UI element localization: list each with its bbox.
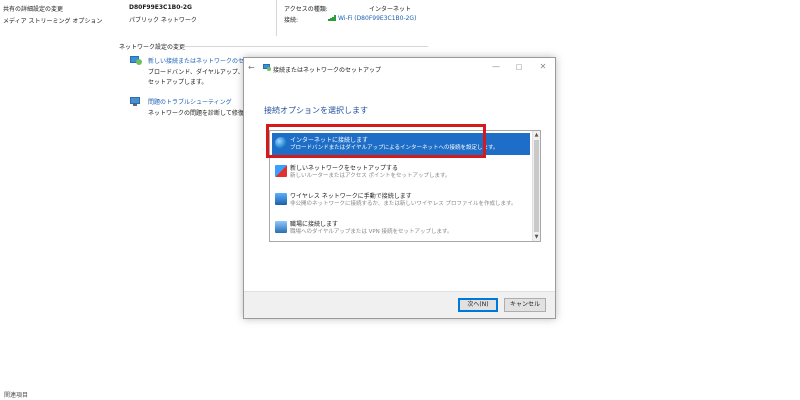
divider (276, 0, 277, 36)
new-connection-icon (130, 55, 142, 65)
list-scrollbar[interactable]: ▲ ▼ (532, 131, 540, 241)
option-manual-wireless[interactable]: ワイヤレス ネットワークに手動で接続します 非公開のネットワークに接続するか、ま… (272, 189, 530, 211)
option-desc: 非公開のネットワークに接続するか、または新しいワイヤレス プロファイルを作成しま… (290, 201, 517, 207)
dialog-heading: 接続オプションを選択します (264, 106, 368, 115)
vpn-icon (275, 221, 287, 233)
network-type: パブリック ネットワーク (129, 17, 197, 24)
back-arrow-icon[interactable]: ← (248, 63, 255, 72)
option-connect-workplace[interactable]: 職場に接続します 職場へのダイヤルアップまたは VPN 接続をセットアップします… (272, 217, 530, 239)
minimize-button[interactable]: — (489, 61, 503, 73)
scroll-up-icon[interactable]: ▲ (533, 131, 540, 139)
section-divider (181, 46, 428, 47)
dialog-titlebar[interactable]: ← 接続またはネットワークのセットアップ — □ ✕ (244, 58, 555, 78)
media-streaming-link[interactable]: メディア ストリーミング オプション (3, 16, 102, 25)
network-icon (275, 165, 287, 177)
connection-label: 接続: (284, 17, 299, 24)
highlight-box (266, 124, 486, 158)
network-name: D80F99E3C1B0-2G (129, 4, 192, 11)
new-connection-desc-line2: セットアップします。 (148, 79, 208, 86)
wifi-signal-icon (328, 15, 336, 21)
wifi-connection-link[interactable]: Wi-Fi (D80F99E3C1B0-2G) (338, 15, 416, 22)
troubleshoot-icon (130, 96, 142, 106)
close-button[interactable]: ✕ (536, 61, 550, 73)
cancel-button[interactable]: キャンセル (504, 298, 546, 312)
scrollbar-thumb[interactable] (534, 140, 539, 232)
advanced-sharing-link[interactable]: 共有の詳細設定の変更 (3, 4, 63, 13)
change-settings-heading: ネットワーク設定の変更 (119, 44, 186, 51)
related-items-heading: 関連項目 (4, 392, 29, 399)
setup-connection-dialog: ← 接続またはネットワークのセットアップ — □ ✕ 接続オプションを選択します… (243, 57, 556, 319)
option-new-network[interactable]: 新しいネットワークをセットアップする 新しいルーターまたはアクセス ポイントをセ… (272, 161, 530, 183)
option-desc: 職場へのダイヤルアップまたは VPN 接続をセットアップします。 (290, 229, 453, 235)
option-desc: 新しいルーターまたはアクセス ポイントをセットアップします。 (290, 173, 451, 179)
access-type-value: インターネット (369, 6, 412, 13)
dialog-footer: 次へ(N) キャンセル (244, 291, 555, 318)
maximize-button[interactable]: □ (512, 61, 526, 73)
troubleshoot-link[interactable]: 問題のトラブルシューティング (148, 97, 232, 106)
next-button[interactable]: 次へ(N) (458, 298, 498, 312)
scroll-down-icon[interactable]: ▼ (533, 233, 540, 241)
access-type-label: アクセスの種類: (284, 6, 328, 13)
dialog-title: 接続またはネットワークのセットアップ (273, 67, 382, 74)
wireless-icon (275, 193, 287, 205)
network-setup-icon (263, 64, 271, 71)
